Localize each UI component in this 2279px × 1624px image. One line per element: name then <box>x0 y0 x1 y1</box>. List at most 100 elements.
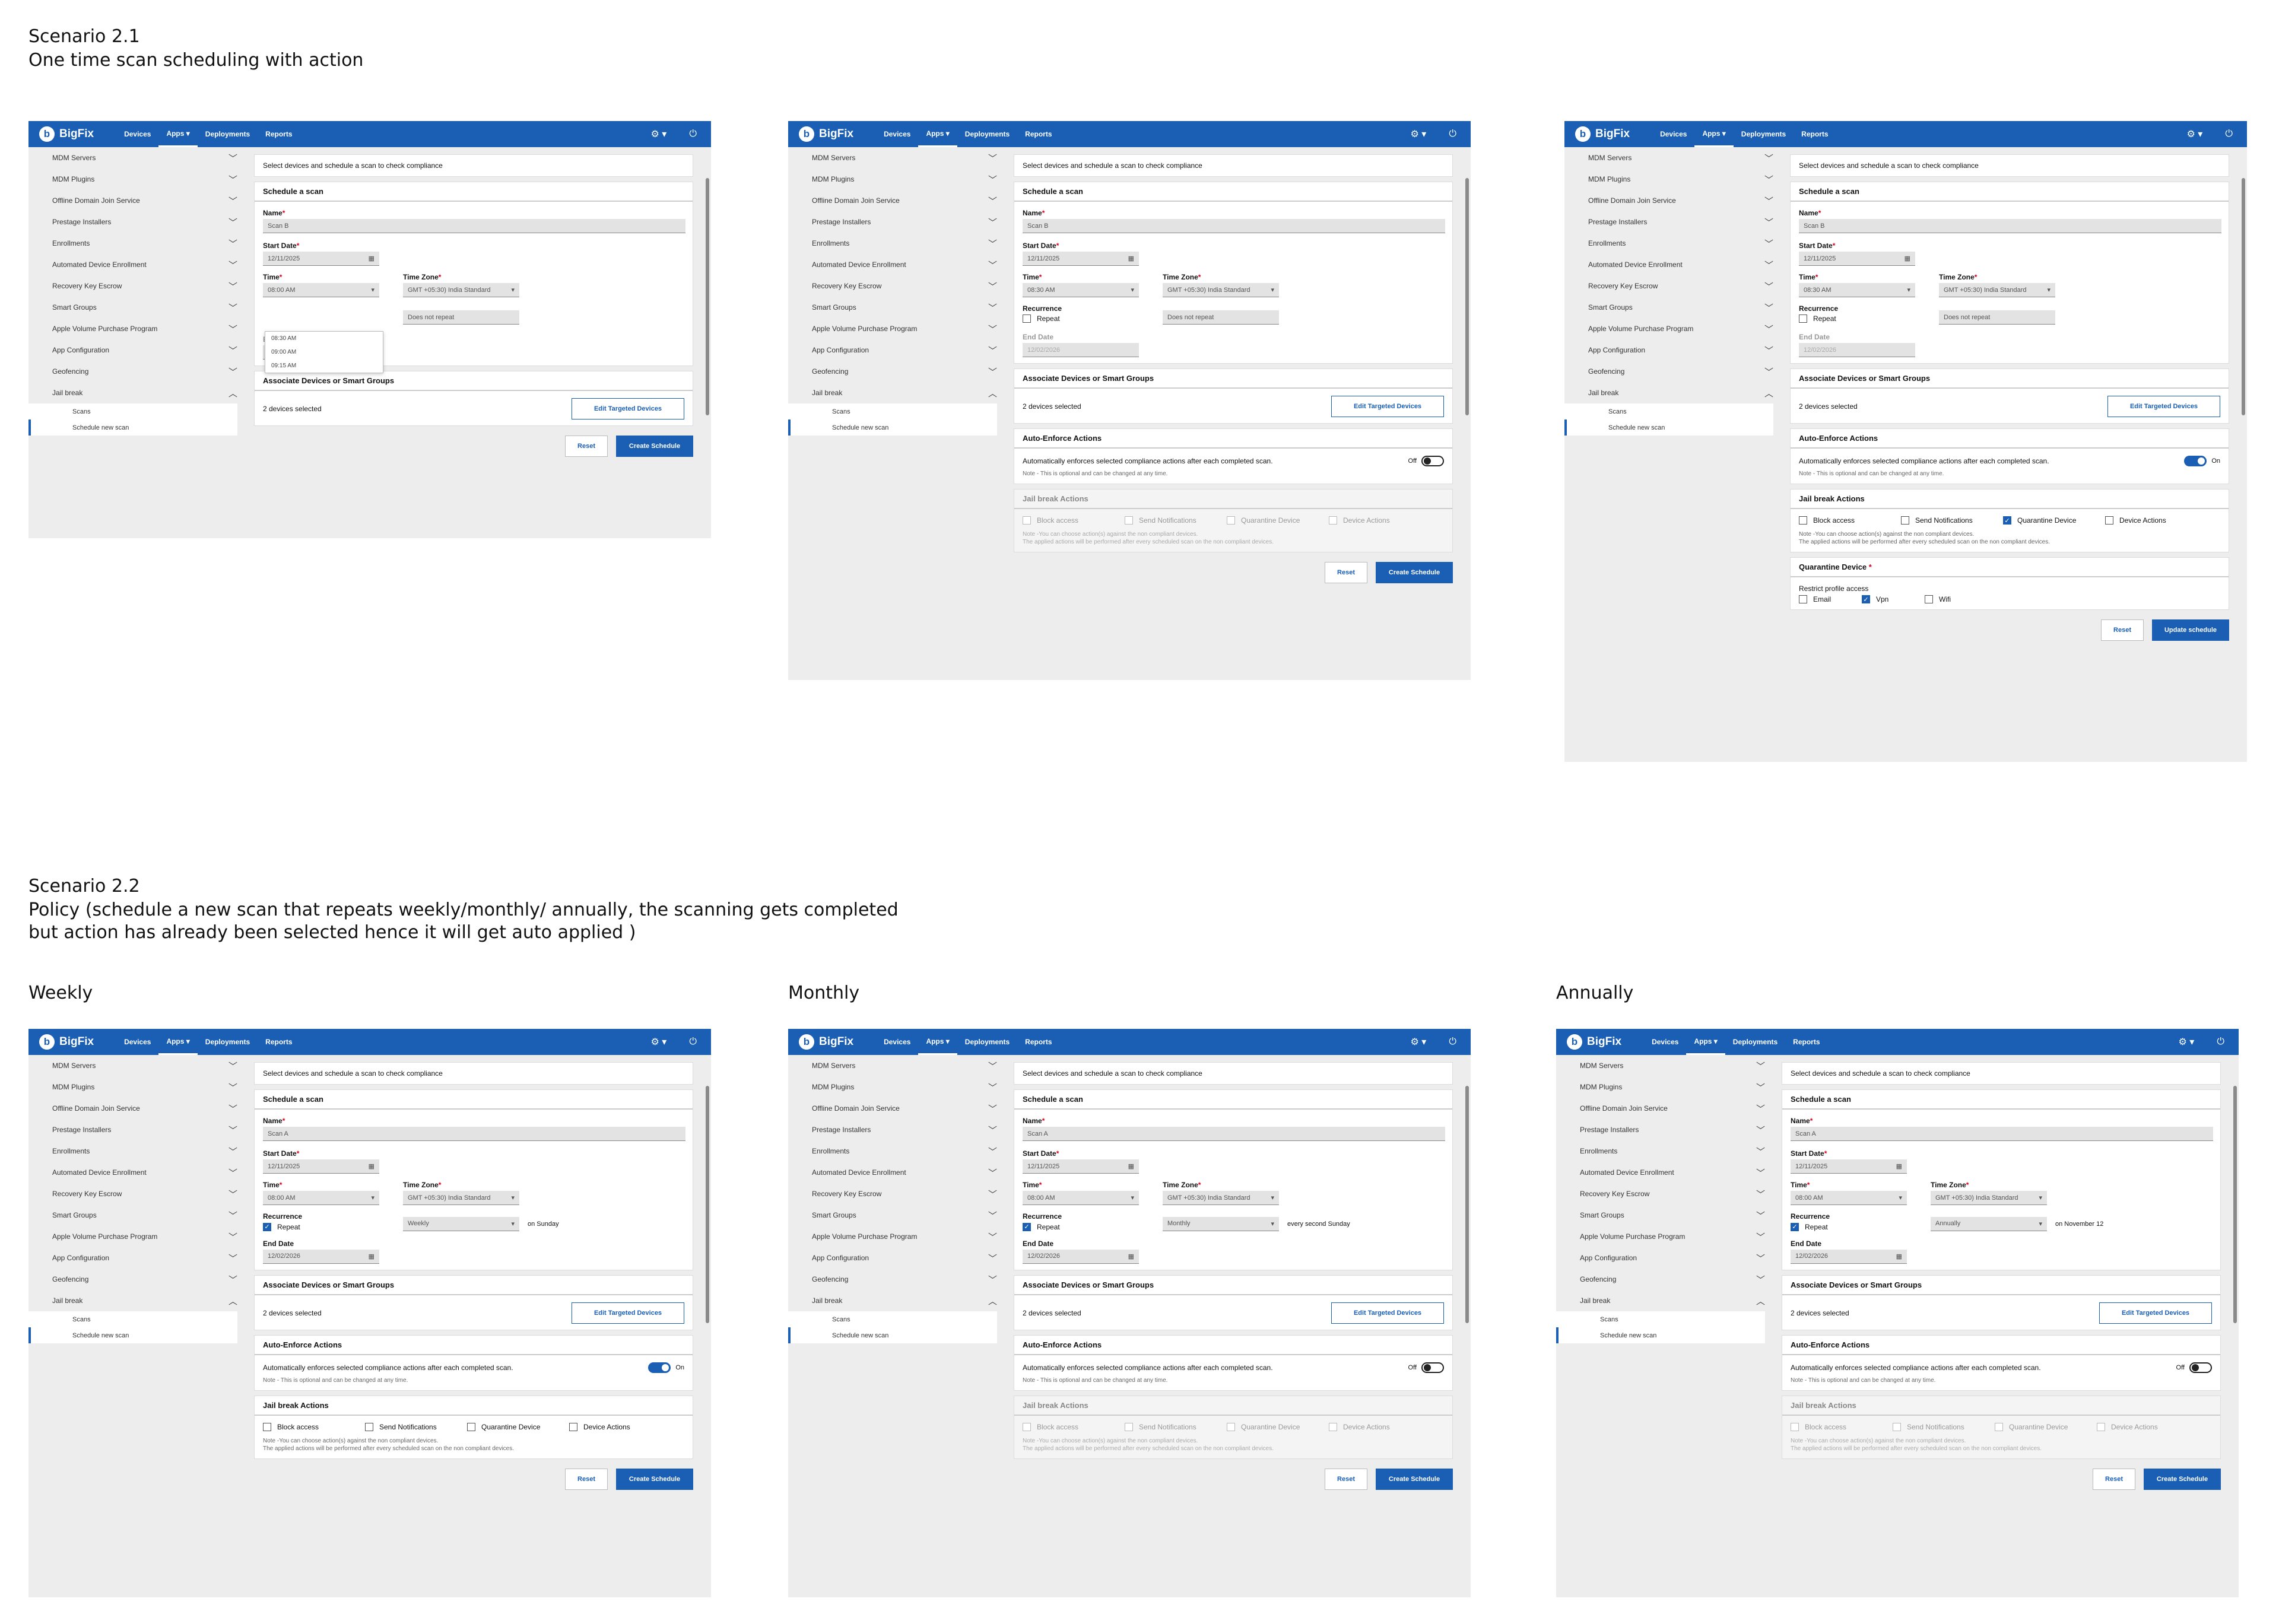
sidebar-item-4[interactable]: Enrollments ﹀ <box>28 233 249 254</box>
sidebar-subitem-scans[interactable]: Scans <box>28 403 237 419</box>
sidebar-item-6[interactable]: Recovery Key Escrow ﹀ <box>1564 275 1785 297</box>
power-icon[interactable]: ⏻ <box>689 129 697 139</box>
repeat-select[interactable]: Weekly ▾ <box>403 1216 519 1231</box>
name-input[interactable]: Scan A <box>1791 1127 2213 1141</box>
reset-button[interactable]: Reset <box>1325 1468 1367 1490</box>
sidebar-item-5[interactable]: Automated Device Enrollment ﹀ <box>28 1162 249 1183</box>
sidebar-item-1[interactable]: MDM Plugins ﹀ <box>788 1076 1009 1098</box>
name-input[interactable]: Scan A <box>1023 1127 1445 1141</box>
settings-gear-icon[interactable]: ⚙ ▾ <box>2187 128 2203 140</box>
nav-apps[interactable]: Apps ▾ <box>918 1029 957 1055</box>
sidebar-item-jail-break[interactable]: Jail break ︿ <box>1564 382 1785 403</box>
sidebar-item-5[interactable]: Automated Device Enrollment ﹀ <box>1564 254 1785 275</box>
sidebar-item-8[interactable]: Apple Volume Purchase Program ﹀ <box>788 318 1009 339</box>
nav-devices[interactable]: Devices <box>1644 1029 1686 1055</box>
time-select[interactable]: 08:00 AM ▾ <box>1791 1191 1907 1205</box>
sidebar-item-9[interactable]: App Configuration ﹀ <box>1564 339 1785 361</box>
sidebar-item-0[interactable]: MDM Servers ﹀ <box>1564 147 1785 169</box>
sidebar-item-6[interactable]: Recovery Key Escrow ﹀ <box>788 1183 1009 1205</box>
scrollbar[interactable] <box>706 178 709 415</box>
calendar-icon[interactable]: ▦ <box>1128 255 1134 262</box>
auto-enforce-toggle[interactable] <box>1421 1362 1444 1373</box>
scrollbar[interactable] <box>1465 178 1469 415</box>
action-checkbox-1[interactable]: Send Notifications <box>1901 516 2003 525</box>
action-checkbox-0[interactable]: Block access <box>1799 516 1901 525</box>
sidebar-item-5[interactable]: Automated Device Enrollment ﹀ <box>28 254 249 275</box>
sidebar-item-1[interactable]: MDM Plugins ﹀ <box>1564 169 1785 190</box>
power-icon[interactable]: ⏻ <box>1449 1037 1456 1047</box>
edit-targeted-devices-button[interactable]: Edit Targeted Devices <box>2099 1302 2212 1324</box>
action-checkbox-2[interactable]: Quarantine Device <box>467 1422 569 1431</box>
repeat-select[interactable]: Does not repeat <box>403 310 519 325</box>
reset-button[interactable]: Reset <box>2093 1468 2135 1490</box>
calendar-icon[interactable]: ▦ <box>369 1162 374 1170</box>
sidebar-item-2[interactable]: Offline Domain Join Service ﹀ <box>788 190 1009 211</box>
sidebar-item-3[interactable]: Prestage Installers ﹀ <box>1556 1119 1777 1140</box>
edit-targeted-devices-button[interactable]: Edit Targeted Devices <box>1331 396 1444 417</box>
end-date-input[interactable]: 12/02/2026 ▦ <box>1023 1249 1139 1264</box>
update-schedule-button[interactable]: Update schedule <box>2152 619 2229 641</box>
sidebar-item-jail-break[interactable]: Jail break ︿ <box>788 1290 1009 1311</box>
time-select[interactable]: 08:30 AM ▾ <box>1023 283 1139 297</box>
sidebar-item-9[interactable]: App Configuration ﹀ <box>788 1247 1009 1269</box>
sidebar-item-7[interactable]: Smart Groups ﹀ <box>1564 297 1785 318</box>
reset-button[interactable]: Reset <box>1325 562 1367 583</box>
sidebar-item-5[interactable]: Automated Device Enrollment ﹀ <box>788 254 1009 275</box>
sidebar-subitem-scans[interactable]: Scans <box>28 1311 237 1327</box>
sidebar-item-4[interactable]: Enrollments ﹀ <box>788 233 1009 254</box>
create-schedule-button[interactable]: Create Schedule <box>1376 562 1453 583</box>
start-date-input[interactable]: 12/11/2025 ▦ <box>1023 252 1139 266</box>
sidebar-item-6[interactable]: Recovery Key Escrow ﹀ <box>28 275 249 297</box>
settings-gear-icon[interactable]: ⚙ ▾ <box>1411 1036 1427 1048</box>
create-schedule-button[interactable]: Create Schedule <box>2144 1468 2221 1490</box>
nav-deployments[interactable]: Deployments <box>198 1029 258 1055</box>
sidebar-item-4[interactable]: Enrollments ﹀ <box>1556 1140 1777 1162</box>
start-date-input[interactable]: 12/11/2025 ▦ <box>1023 1159 1139 1174</box>
calendar-icon[interactable]: ▦ <box>1128 1253 1134 1260</box>
sidebar-item-6[interactable]: Recovery Key Escrow ﹀ <box>1556 1183 1777 1205</box>
settings-gear-icon[interactable]: ⚙ ▾ <box>651 128 667 140</box>
sidebar-item-jail-break[interactable]: Jail break ︿ <box>1556 1290 1777 1311</box>
nav-reports[interactable]: Reports <box>258 121 300 147</box>
repeat-checkbox[interactable]: ✓ Repeat <box>1791 1222 1828 1231</box>
calendar-icon[interactable]: ▦ <box>1896 1253 1902 1260</box>
sidebar-item-jail-break[interactable]: Jail break ︿ <box>788 382 1009 403</box>
sidebar-item-10[interactable]: Geofencing ﹀ <box>788 1269 1009 1290</box>
sidebar-subitem-schedule-new-scan[interactable]: Schedule new scan <box>1564 419 1773 436</box>
nav-devices[interactable]: Devices <box>116 1029 158 1055</box>
time-option[interactable]: 09:15 AM <box>265 359 383 373</box>
scrollbar[interactable] <box>706 1086 709 1323</box>
sidebar-item-0[interactable]: MDM Servers ﹀ <box>28 1055 249 1076</box>
action-checkbox-2[interactable]: ✓ Quarantine Device <box>2003 516 2105 525</box>
auto-enforce-toggle[interactable] <box>648 1362 671 1373</box>
sidebar-item-7[interactable]: Smart Groups ﹀ <box>788 297 1009 318</box>
settings-gear-icon[interactable]: ⚙ ▾ <box>2179 1036 2195 1048</box>
sidebar-subitem-scans[interactable]: Scans <box>788 1311 997 1327</box>
sidebar-item-8[interactable]: Apple Volume Purchase Program ﹀ <box>788 1226 1009 1247</box>
repeat-checkbox[interactable]: Repeat <box>1799 314 1836 323</box>
sidebar-subitem-schedule-new-scan[interactable]: Schedule new scan <box>788 1327 997 1343</box>
start-date-input[interactable]: 12/11/2025 ▦ <box>1791 1159 1907 1174</box>
time-select[interactable]: 08:00 AM ▾ <box>1023 1191 1139 1205</box>
sidebar-item-0[interactable]: MDM Servers ﹀ <box>788 1055 1009 1076</box>
time-option[interactable]: 08:30 AM <box>265 332 383 345</box>
nav-reports[interactable]: Reports <box>258 1029 300 1055</box>
scrollbar[interactable] <box>2242 178 2245 415</box>
name-input[interactable]: Scan B <box>1023 219 1445 233</box>
nav-deployments[interactable]: Deployments <box>957 1029 1017 1055</box>
name-input[interactable]: Scan A <box>263 1127 685 1141</box>
sidebar-item-1[interactable]: MDM Plugins ﹀ <box>788 169 1009 190</box>
sidebar-item-8[interactable]: Apple Volume Purchase Program ﹀ <box>28 1226 249 1247</box>
nav-devices[interactable]: Devices <box>876 1029 918 1055</box>
sidebar-subitem-schedule-new-scan[interactable]: Schedule new scan <box>1556 1327 1765 1343</box>
restrict-checkbox-1[interactable]: ✓ Vpn <box>1862 595 1925 603</box>
auto-enforce-toggle[interactable] <box>1421 456 1444 466</box>
settings-gear-icon[interactable]: ⚙ ▾ <box>651 1036 667 1048</box>
sidebar-item-10[interactable]: Geofencing ﹀ <box>1564 361 1785 382</box>
time-select[interactable]: 08:30 AM ▾ <box>1799 283 1915 297</box>
start-date-input[interactable]: 12/11/2025 ▦ <box>1799 252 1915 266</box>
sidebar-item-5[interactable]: Automated Device Enrollment ﹀ <box>788 1162 1009 1183</box>
reset-button[interactable]: Reset <box>565 1468 608 1490</box>
sidebar-item-2[interactable]: Offline Domain Join Service ﹀ <box>28 1098 249 1119</box>
sidebar-item-7[interactable]: Smart Groups ﹀ <box>28 297 249 318</box>
